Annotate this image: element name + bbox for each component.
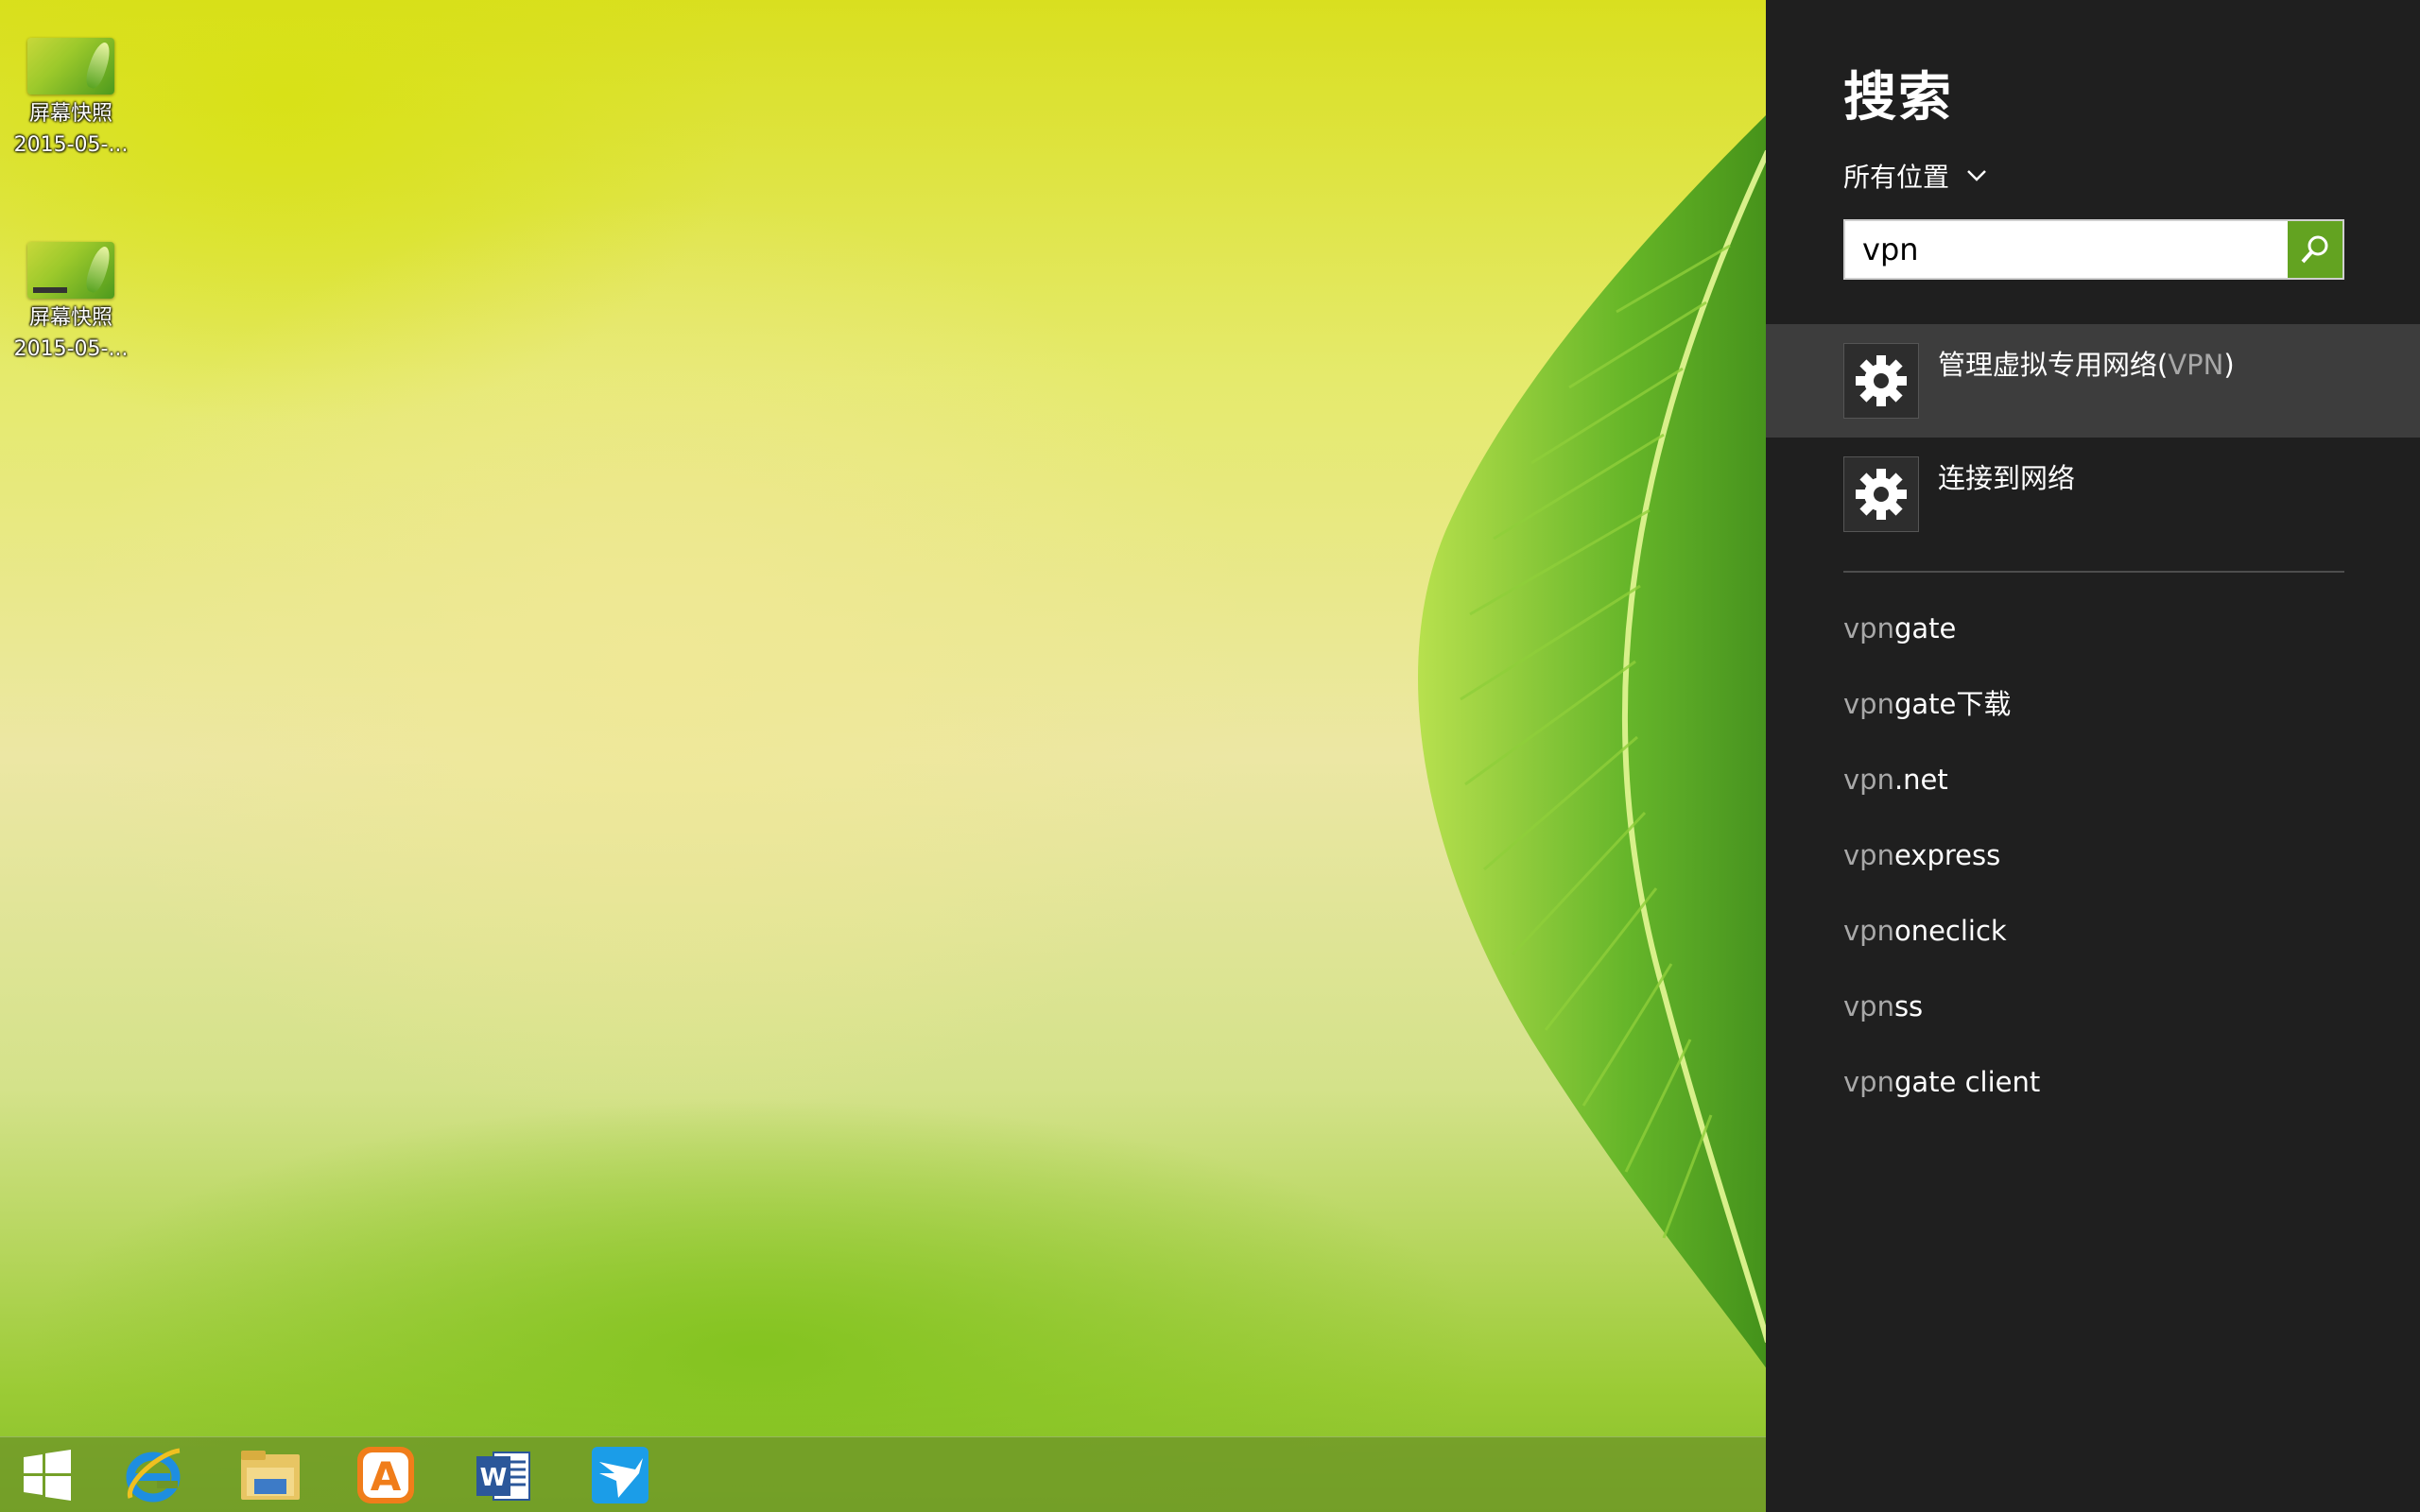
suggestion-item[interactable]: vpnss (1843, 983, 2040, 1058)
suggestion-prefix: vpn (1843, 612, 1894, 644)
suggestion-rest: gate下载 (1893, 688, 2012, 720)
search-suggestions-list: vpngate vpngate下载 vpn.net vpnexpress vpn… (1843, 605, 2040, 1134)
leaf-wallpaper-graphic (1418, 115, 1766, 1368)
desktop-icon-label: 屏幕快照 (28, 306, 112, 330)
file-explorer-button[interactable] (223, 1437, 318, 1512)
gear-icon (1856, 355, 1907, 406)
suggestion-item[interactable]: vpnexpress (1843, 832, 2040, 907)
desktop-icon-screenshot-2[interactable]: 屏幕快照 2015-05-... (0, 242, 142, 365)
suggestion-prefix: vpn (1843, 688, 1894, 720)
search-button[interactable] (2288, 221, 2342, 278)
file-explorer-icon (241, 1451, 300, 1500)
internet-explorer-button[interactable] (106, 1437, 200, 1512)
search-box (1843, 219, 2344, 280)
svg-text:A: A (371, 1453, 402, 1500)
start-button[interactable] (0, 1437, 95, 1512)
desktop-wallpaper: 屏幕快照 2015-05-... 屏幕快照 2015-05-... A W (0, 0, 1766, 1512)
word-icon: W (476, 1452, 530, 1501)
suggestion-rest: gate (1893, 612, 1957, 644)
search-input[interactable] (1845, 221, 2288, 278)
search-icon (2301, 235, 2328, 264)
settings-gear-tile (1843, 456, 1919, 532)
desktop-icon-date: 2015-05-... (13, 133, 129, 157)
gear-icon (1856, 469, 1907, 520)
start-icon (24, 1450, 71, 1501)
suggestion-prefix: vpn (1843, 839, 1894, 871)
search-result-connect-network[interactable]: 连接到网络 (1766, 438, 2420, 551)
screenshot-thumbnail-icon (27, 38, 114, 94)
suggestion-item[interactable]: vpngate (1843, 605, 2040, 680)
bird-app-icon (592, 1447, 648, 1503)
result-text: 管理虚拟专用网络( (1938, 349, 2169, 381)
svg-text:W: W (480, 1464, 508, 1492)
desktop-icon-date: 2015-05-... (13, 337, 129, 361)
suggestion-rest: oneclick (1893, 915, 2007, 947)
suggestion-prefix: vpn (1843, 990, 1894, 1022)
suggestion-rest: express (1893, 839, 2001, 871)
search-result-label: 管理虚拟专用网络(VPN) (1938, 343, 2235, 383)
suggestion-rest: gate client (1893, 1066, 2041, 1098)
internet-explorer-icon (126, 1448, 181, 1503)
results-divider (1843, 571, 2344, 573)
search-charm-title: 搜索 (1843, 67, 1953, 129)
settings-gear-tile (1843, 343, 1919, 419)
search-result-label: 连接到网络 (1938, 462, 2076, 494)
suggestion-item[interactable]: vpnoneclick (1843, 907, 2040, 983)
result-suffix: ) (2223, 349, 2235, 381)
desktop-icon-screenshot-1[interactable]: 屏幕快照 2015-05-... (0, 38, 142, 161)
search-scope-dropdown[interactable]: 所有位置 (1843, 157, 1987, 195)
search-result-manage-vpn[interactable]: 管理虚拟专用网络(VPN) (1766, 324, 2420, 438)
screenshot-thumbnail-icon (27, 242, 114, 299)
search-scope-label: 所有位置 (1843, 162, 1950, 193)
app-store-button[interactable]: A (338, 1437, 433, 1512)
bird-app-button[interactable] (573, 1437, 667, 1512)
suggestion-prefix: vpn (1843, 764, 1894, 796)
suggestion-prefix: vpn (1843, 1066, 1894, 1098)
suggestion-rest: .net (1893, 764, 1948, 796)
chevron-down-icon (1967, 170, 1986, 181)
taskbar: A W (0, 1436, 1766, 1512)
app-store-icon: A (357, 1447, 414, 1503)
suggestion-item[interactable]: vpngate client (1843, 1058, 2040, 1134)
suggestion-item[interactable]: vpn.net (1843, 756, 2040, 832)
suggestion-prefix: vpn (1843, 915, 1894, 947)
result-highlight: VPN (2168, 349, 2224, 381)
search-charm-panel: 搜索 所有位置 vpn 管理虚拟专用网络(VPN) 连接到网络 vpngate … (1766, 0, 2420, 1512)
desktop-icon-label: 屏幕快照 (28, 102, 112, 126)
suggestion-item[interactable]: vpngate下载 (1843, 680, 2040, 756)
suggestion-rest: ss (1893, 990, 1924, 1022)
word-button[interactable]: W (456, 1437, 550, 1512)
